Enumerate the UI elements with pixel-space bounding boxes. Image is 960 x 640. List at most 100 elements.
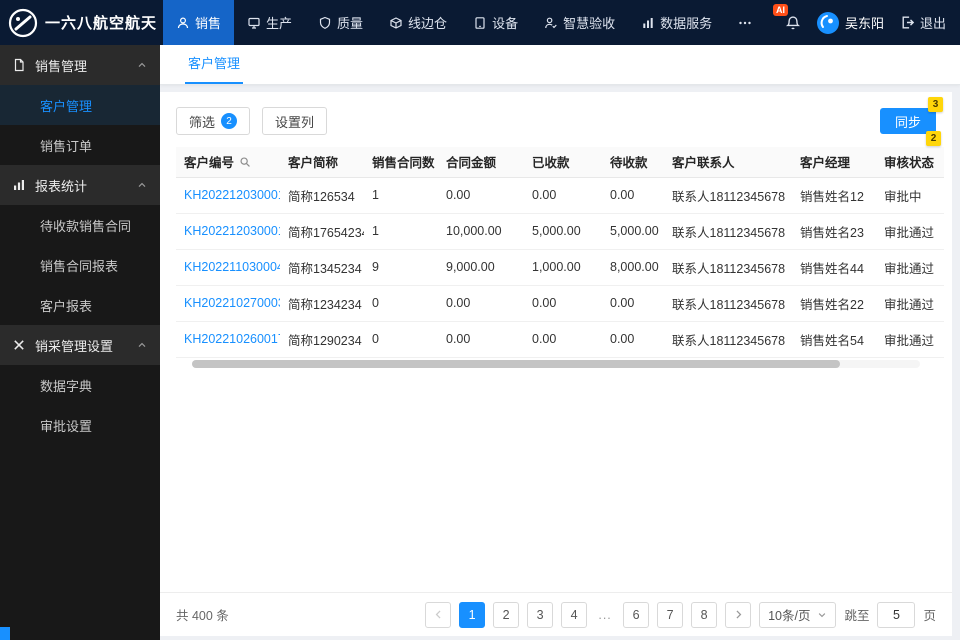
box-icon <box>389 16 403 30</box>
cell-audit-status: 审批通过 <box>876 321 944 358</box>
tab-bar: 客户管理 <box>160 45 960 85</box>
cell-contact: 联系人18112345678 <box>664 321 792 358</box>
logout-button[interactable]: 退出 <box>900 13 946 32</box>
search-icon[interactable] <box>239 156 251 168</box>
chevron-up-icon <box>136 179 148 191</box>
user-menu[interactable]: 吴东阳 <box>816 11 884 34</box>
page-ellipsis[interactable]: ... <box>595 608 615 622</box>
nav-data-service[interactable]: 数据服务 <box>628 0 725 45</box>
page-button-1[interactable]: 1 <box>459 601 486 628</box>
sidebar-group-purchase-settings[interactable]: 销采管理设置 <box>0 325 160 365</box>
brand-name: 一六八航空航天 <box>45 15 158 32</box>
customer-code-link[interactable]: KH202211030004 <box>176 249 280 286</box>
avatar <box>816 11 839 34</box>
table-row[interactable]: KH202210270003 简称1234234 0 0.00 0.00 0.0… <box>176 285 944 322</box>
sidebar-group-report-statistics[interactable]: 报表统计 <box>0 165 160 205</box>
customer-code-link[interactable]: KH202212030001 <box>176 177 280 214</box>
sidebar-item-data-dictionary[interactable]: 数据字典 <box>0 365 160 405</box>
sidebar-item-label: 销售合同报表 <box>40 258 119 274</box>
cell-contract-count: 1 <box>364 213 438 250</box>
table-row[interactable]: KH202211030004 简称1345234 9 9,000.00 1,00… <box>176 249 944 286</box>
nav-more[interactable] <box>725 0 765 45</box>
cell-customer-name: 简称126534 <box>280 177 364 214</box>
chevron-up-icon <box>136 339 148 351</box>
page-button-6[interactable]: 6 <box>623 601 650 628</box>
cell-customer-name: 简称17654234 <box>280 213 364 250</box>
filter-button[interactable]: 筛选 2 <box>176 107 251 135</box>
sidebar-group-sales-management[interactable]: 销售管理 <box>0 45 160 85</box>
jump-suffix: 页 <box>923 609 936 623</box>
pager: 1 2 3 4 ... 6 7 8 10条/页 跳至 页 <box>425 601 936 628</box>
brand: 一六八航空航天 <box>0 0 163 45</box>
bell-icon <box>785 15 801 31</box>
topbar: 一六八航空航天 销售 生产 质量 线边仓 设备 智慧验收 数据服务 AI 吴东阳… <box>0 0 960 45</box>
cell-manager: 销售姓名12 <box>792 177 876 214</box>
filter-count-badge: 2 <box>221 113 238 129</box>
customer-code-link[interactable]: KH202212030001 <box>176 213 280 250</box>
next-page-button[interactable] <box>725 601 752 628</box>
cell-customer-name: 简称1234234 <box>280 285 364 322</box>
sidebar-item-label: 数据字典 <box>40 378 93 394</box>
cell-received: 0.00 <box>524 285 602 322</box>
sync-badge-top: 3 <box>928 97 943 112</box>
tools-icon <box>12 338 26 352</box>
cell-contact: 联系人18112345678 <box>664 285 792 322</box>
nav-line-warehouse[interactable]: 线边仓 <box>376 0 460 45</box>
customer-code-link[interactable]: KH202210260017 <box>176 321 280 358</box>
cell-manager: 销售姓名22 <box>792 285 876 322</box>
cell-contract-count: 0 <box>364 321 438 358</box>
tablet-icon <box>473 16 487 30</box>
nav-label: 生产 <box>266 16 293 31</box>
nav-sales[interactable]: 销售 <box>163 0 235 45</box>
page-button-4[interactable]: 4 <box>561 601 588 628</box>
page-button-3[interactable]: 3 <box>527 601 554 628</box>
col-pending: 待收款 <box>602 147 664 178</box>
sidebar-item-label: 客户管理 <box>40 98 93 114</box>
sidebar-group-label: 报表统计 <box>35 178 88 194</box>
tab-customer-management[interactable]: 客户管理 <box>185 53 244 84</box>
nav-label: 销售 <box>195 16 222 31</box>
nav-label: 线边仓 <box>408 16 448 31</box>
cell-manager: 销售姓名54 <box>792 321 876 358</box>
sidebar-item-customer-report[interactable]: 客户报表 <box>0 285 160 325</box>
horizontal-scrollbar[interactable] <box>192 359 920 368</box>
page-button-2[interactable]: 2 <box>493 601 520 628</box>
chevron-up-icon <box>136 59 148 71</box>
table-row[interactable]: KH202210260017 简称1290234 0 0.00 0.00 0.0… <box>176 321 944 358</box>
nav-quality[interactable]: 质量 <box>305 0 376 45</box>
scrollbar-thumb[interactable] <box>192 359 840 368</box>
customer-table: 客户编号 客户简称 销售合同数 合同金额 已收款 待收款 客户联系人 客户经理 … <box>160 147 952 368</box>
ellipsis-icon <box>738 16 752 30</box>
cell-contract-amount: 10,000.00 <box>438 213 524 250</box>
nav-smart-acceptance[interactable]: 智慧验收 <box>531 0 628 45</box>
cell-received: 1,000.00 <box>524 249 602 286</box>
table-row[interactable]: KH202212030001 简称126534 1 0.00 0.00 0.00… <box>176 177 944 214</box>
page-size-select[interactable]: 10条/页 <box>759 601 837 628</box>
page-button-7[interactable]: 7 <box>657 601 684 628</box>
sidebar-item-pending-receivable-contracts[interactable]: 待收款销售合同 <box>0 205 160 245</box>
page-button-8[interactable]: 8 <box>691 601 718 628</box>
filter-label: 筛选 <box>189 114 216 130</box>
sidebar-item-sales-contract-report[interactable]: 销售合同报表 <box>0 245 160 285</box>
nav-production[interactable]: 生产 <box>234 0 305 45</box>
total-count: 共 400 条 <box>176 609 229 623</box>
pagination-bar: 共 400 条 1 2 3 4 ... 6 7 8 10条/页 跳至 5 页 <box>160 592 952 636</box>
sidebar-item-approval-settings[interactable]: 审批设置 <box>0 405 160 445</box>
notifications-button[interactable]: AI <box>772 3 801 31</box>
customer-code-link[interactable]: KH202210270003 <box>176 285 280 322</box>
cell-audit-status: 审批通过 <box>876 249 944 286</box>
person-check-icon <box>544 16 558 30</box>
sidebar-group-label: 销采管理设置 <box>35 338 114 354</box>
jump-input[interactable] <box>877 601 916 628</box>
column-settings-button[interactable]: 设置列 <box>262 107 328 135</box>
topbar-right: AI 吴东阳 退出 <box>772 0 960 45</box>
cell-pending: 0.00 <box>602 285 664 322</box>
nav-equipment[interactable]: 设备 <box>460 0 531 45</box>
cell-contact: 联系人18112345678 <box>664 213 792 250</box>
table-row[interactable]: KH202212030001 简称17654234 1 10,000.00 5,… <box>176 213 944 250</box>
sidebar-item-customer-management[interactable]: 客户管理 <box>0 85 160 125</box>
prev-page-button[interactable] <box>425 601 452 628</box>
sidebar-item-sales-orders[interactable]: 销售订单 <box>0 125 160 165</box>
cell-received: 0.00 <box>524 177 602 214</box>
